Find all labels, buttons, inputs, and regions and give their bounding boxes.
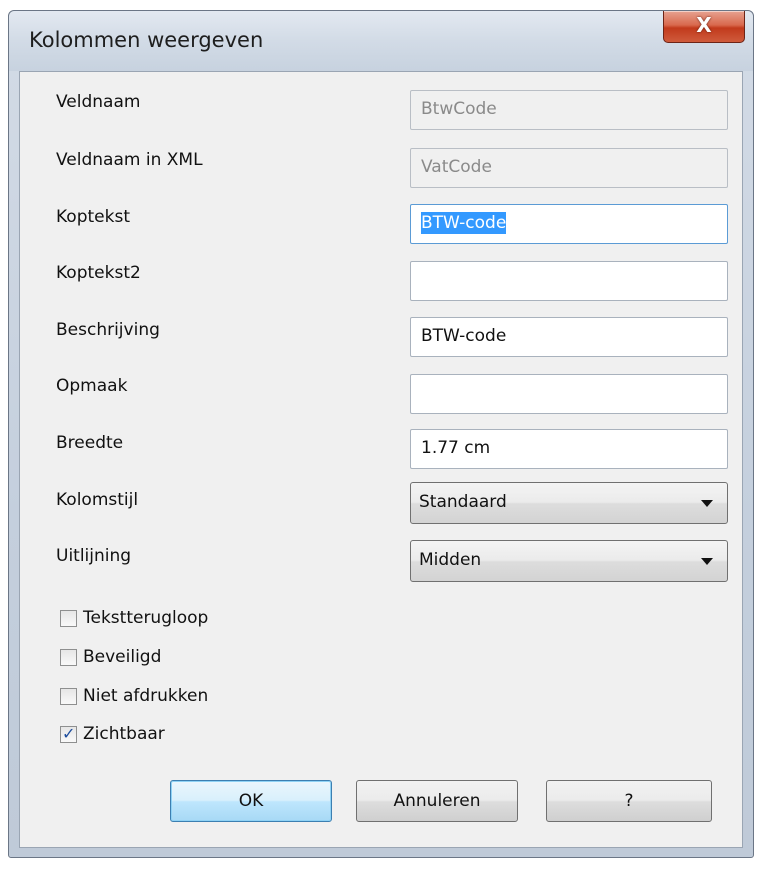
breedte-input[interactable]: 1.77 cm [410, 429, 728, 469]
uitlijning-select[interactable]: Midden [410, 540, 728, 582]
label-koptekst2: Koptekst2 [56, 263, 141, 283]
label-kolomstijl: Kolomstijl [56, 490, 139, 510]
label-veldnaam-xml: Veldnaam in XML [56, 150, 203, 170]
niet-afdrukken-checkbox[interactable] [60, 688, 77, 705]
label-koptekst: Koptekst [56, 207, 130, 227]
tekstterugloop-checkbox[interactable] [60, 610, 77, 627]
cancel-button[interactable]: Annuleren [356, 780, 518, 822]
chevron-down-icon [701, 500, 713, 507]
zichtbaar-label[interactable]: Zichtbaar [83, 724, 165, 744]
uitlijning-value: Midden [419, 550, 482, 570]
label-beschrijving: Beschrijving [56, 320, 160, 340]
veldnaam-xml-field: VatCode [410, 148, 728, 188]
label-uitlijning: Uitlijning [56, 546, 132, 566]
selected-text: BTW-code [421, 212, 507, 234]
kolomstijl-select[interactable]: Standaard [410, 482, 728, 524]
koptekst2-input[interactable] [410, 261, 728, 301]
dialog-title: Kolommen weergeven [29, 28, 264, 52]
niet-afdrukken-label[interactable]: Niet afdrukken [83, 686, 208, 706]
zichtbaar-checkbox[interactable] [60, 724, 77, 743]
beveiligd-label[interactable]: Beveiligd [83, 647, 161, 667]
dialog-window: Kolommen weergeven X Veldnaam BtwCode Ve… [8, 10, 754, 858]
label-breedte: Breedte [56, 433, 124, 453]
tekstterugloop-label[interactable]: Tekstterugloop [83, 608, 208, 628]
opmaak-input[interactable] [410, 374, 728, 414]
close-button[interactable]: X [663, 11, 745, 43]
label-veldnaam: Veldnaam [56, 92, 141, 112]
veldnaam-field: BtwCode [410, 90, 728, 130]
title-bar[interactable]: Kolommen weergeven X [9, 11, 753, 71]
label-opmaak: Opmaak [56, 376, 128, 396]
help-button[interactable]: ? [546, 780, 712, 822]
chevron-down-icon [701, 558, 713, 565]
ok-button[interactable]: OK [170, 780, 332, 822]
beveiligd-checkbox[interactable] [60, 649, 77, 666]
dialog-content: Veldnaam BtwCode Veldnaam in XML VatCode… [19, 71, 743, 848]
kolomstijl-value: Standaard [419, 492, 507, 512]
beschrijving-input[interactable]: BTW-code [410, 317, 728, 357]
koptekst-input[interactable]: BTW-code [410, 204, 728, 244]
close-icon: X [696, 13, 712, 37]
